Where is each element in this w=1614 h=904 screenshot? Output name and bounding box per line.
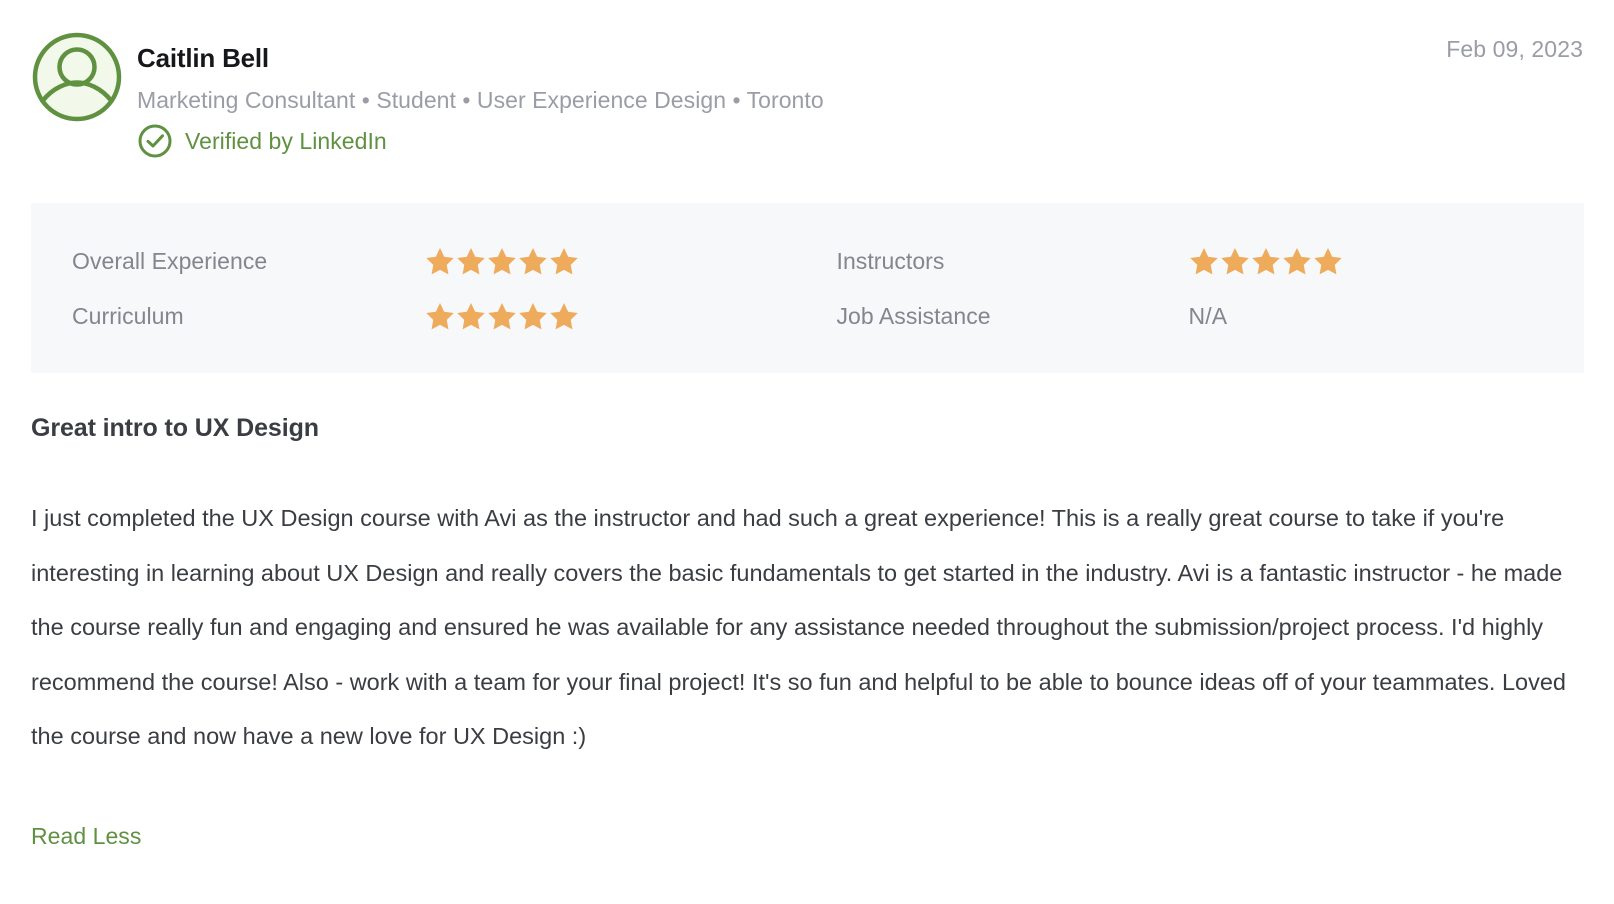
- rating-na-text: N/A: [1188, 302, 1228, 329]
- read-less-button[interactable]: Read Less: [31, 821, 141, 851]
- rating-row: Overall Experience: [31, 233, 808, 288]
- user-avatar-icon: [31, 31, 123, 123]
- star-icon: [426, 247, 454, 274]
- review-date: Feb 09, 2023: [1446, 36, 1583, 62]
- review-body-text: I just completed the UX Design course wi…: [31, 505, 1566, 749]
- rating-value-instructors: [1189, 246, 1343, 276]
- star-rating: [425, 301, 579, 331]
- review-title: Great intro to UX Design: [31, 414, 319, 442]
- verified-badge: Verified by LinkedIn: [137, 123, 1583, 159]
- rating-value-curriculum: [425, 301, 579, 331]
- reviewer-name: Caitlin Bell: [137, 43, 269, 73]
- ratings-panel: Overall Experience Instructors Curriculu…: [31, 203, 1584, 373]
- star-icon: [519, 247, 547, 274]
- reviewer-meta: Marketing Consultant • Student • User Ex…: [137, 87, 824, 113]
- reviewer-identity: Caitlin Bell Marketing Consultant • Stud…: [137, 31, 1583, 159]
- star-icon: [519, 302, 547, 329]
- star-icon: [426, 302, 454, 329]
- review-card: Caitlin Bell Marketing Consultant • Stud…: [0, 0, 1614, 904]
- star-icon: [1282, 247, 1311, 274]
- star-icon: [457, 247, 485, 274]
- star-icon: [1220, 247, 1249, 274]
- rating-value-overall-experience: [425, 246, 579, 276]
- star-icon: [488, 302, 516, 329]
- star-icon: [550, 247, 578, 274]
- rating-row: Curriculum: [31, 288, 808, 343]
- review-header: Caitlin Bell Marketing Consultant • Stud…: [0, 0, 1614, 159]
- verified-label: Verified by LinkedIn: [185, 128, 387, 154]
- rating-row: Instructors: [808, 233, 1585, 288]
- rating-label-instructors: Instructors: [836, 247, 945, 274]
- star-icon: [1313, 247, 1342, 274]
- star-icon: [1189, 247, 1218, 274]
- rating-label-job-assistance: Job Assistance: [836, 302, 991, 329]
- rating-value-job-assistance: N/A: [1189, 301, 1228, 331]
- star-icon: [488, 247, 516, 274]
- rating-label-curriculum: Curriculum: [72, 302, 184, 329]
- avatar: [31, 31, 123, 123]
- star-rating: [1189, 246, 1343, 276]
- star-icon: [550, 302, 578, 329]
- rating-row: Job Assistance N/A: [808, 288, 1585, 343]
- star-icon: [1251, 247, 1280, 274]
- rating-label-overall-experience: Overall Experience: [72, 247, 268, 274]
- star-icon: [457, 302, 485, 329]
- star-rating: [425, 246, 579, 276]
- check-circle-icon: [137, 123, 173, 159]
